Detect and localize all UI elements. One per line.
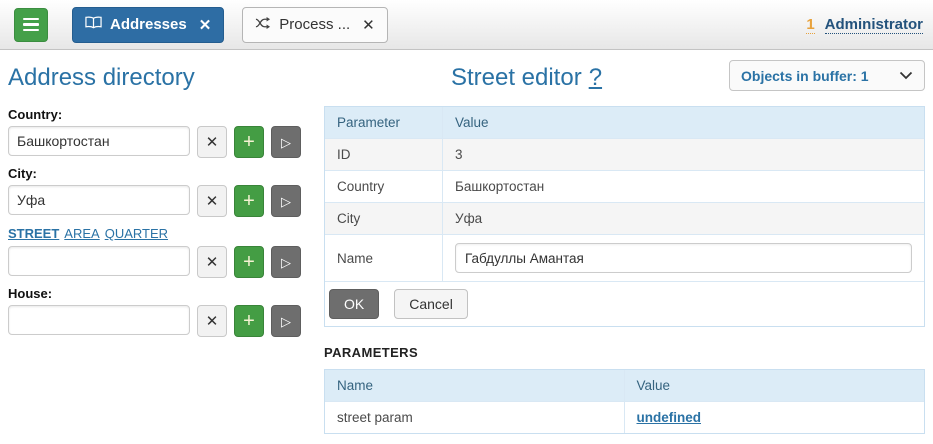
objects-in-buffer-dropdown[interactable]: Objects in buffer: 1 <box>729 60 925 91</box>
table-header-row: Parameter Value <box>325 107 924 138</box>
city-label: City: <box>8 165 310 182</box>
tab-process[interactable]: Process ... ✕ <box>242 7 387 43</box>
editor-actions: OK Cancel <box>325 281 924 326</box>
header-parameter: Parameter <box>325 107 443 138</box>
street-editor-table: Parameter Value ID 3 Country Башкортоста… <box>324 106 925 327</box>
table-row-name: Name <box>325 234 924 281</box>
table-row: City Уфа <box>325 202 924 234</box>
address-directory-panel: Address directory Country: ✕ + ▷ City: ✕… <box>8 50 310 434</box>
country-input[interactable] <box>8 126 190 156</box>
top-bar: Addresses ✕ Process ... ✕ 1 Administrato… <box>0 0 933 50</box>
row-country-param: Country <box>325 171 443 202</box>
row-city-param: City <box>325 203 443 234</box>
chevron-down-icon <box>899 71 913 80</box>
hamburger-icon <box>23 18 39 21</box>
street-type-links: STREET AREA QUARTER <box>8 225 310 242</box>
table-row: ID 3 <box>325 138 924 170</box>
hamburger-menu-button[interactable] <box>14 8 48 42</box>
street-add-button[interactable]: + <box>234 246 264 278</box>
editor-title: Street editor <box>451 64 582 91</box>
editor-title-wrap: Street editor? <box>324 60 729 92</box>
table-row: Country Башкортостан <box>325 170 924 202</box>
open-book-icon <box>85 16 102 33</box>
house-label: House: <box>8 285 310 302</box>
page-title: Address directory <box>8 64 310 92</box>
area-link[interactable]: AREA <box>64 226 99 241</box>
street-editor-panel: Street editor? Objects in buffer: 1 Para… <box>324 50 925 434</box>
row-name-param: Name <box>325 235 443 281</box>
main-content: Address directory Country: ✕ + ▷ City: ✕… <box>0 50 933 434</box>
country-label: Country: <box>8 106 310 123</box>
row-id-value: 3 <box>443 139 924 170</box>
country-run-button[interactable]: ▷ <box>271 126 301 158</box>
parameters-table: Name Value street param undefined <box>324 369 925 434</box>
city-add-button[interactable]: + <box>234 185 264 217</box>
street-clear-button[interactable]: ✕ <box>197 246 227 278</box>
user-area: 1 Administrator <box>806 16 923 34</box>
street-row: ✕ + ▷ <box>8 246 310 278</box>
help-link[interactable]: ? <box>589 64 602 91</box>
row-id-param: ID <box>325 139 443 170</box>
house-input[interactable] <box>8 305 190 335</box>
street-input[interactable] <box>8 246 190 276</box>
ok-button[interactable]: OK <box>329 289 379 319</box>
row-city-value: Уфа <box>443 203 924 234</box>
params-header-name: Name <box>325 370 625 401</box>
tab-process-label: Process ... <box>279 16 350 33</box>
city-run-button[interactable]: ▷ <box>271 185 301 217</box>
house-clear-button[interactable]: ✕ <box>197 305 227 337</box>
user-link[interactable]: Administrator <box>825 16 923 34</box>
close-icon[interactable]: ✕ <box>199 16 212 34</box>
tab-addresses[interactable]: Addresses ✕ <box>72 7 224 43</box>
header-value: Value <box>443 107 924 138</box>
param-value-link[interactable]: undefined <box>637 410 702 425</box>
tab-addresses-label: Addresses <box>110 16 187 33</box>
street-run-button[interactable]: ▷ <box>271 246 301 278</box>
param-name: street param <box>325 402 625 433</box>
parameters-title: PARAMETERS <box>324 345 925 360</box>
house-run-button[interactable]: ▷ <box>271 305 301 337</box>
cancel-button[interactable]: Cancel <box>394 289 468 319</box>
country-row: ✕ + ▷ <box>8 126 310 158</box>
name-input[interactable] <box>455 243 912 273</box>
city-clear-button[interactable]: ✕ <box>197 185 227 217</box>
row-country-value: Башкортостан <box>443 171 924 202</box>
street-link[interactable]: STREET <box>8 226 59 241</box>
buffer-dropdown-label: Objects in buffer: 1 <box>741 68 869 84</box>
country-clear-button[interactable]: ✕ <box>197 126 227 158</box>
notification-count-link[interactable]: 1 <box>806 16 814 34</box>
country-add-button[interactable]: + <box>234 126 264 158</box>
city-row: ✕ + ▷ <box>8 185 310 217</box>
house-add-button[interactable]: + <box>234 305 264 337</box>
close-icon[interactable]: ✕ <box>362 16 375 34</box>
shuffle-icon <box>255 16 271 34</box>
editor-header: Street editor? Objects in buffer: 1 <box>324 60 925 92</box>
params-row: street param undefined <box>325 401 924 433</box>
city-input[interactable] <box>8 185 190 215</box>
params-header-row: Name Value <box>325 370 924 401</box>
params-header-value: Value <box>625 370 925 401</box>
house-row: ✕ + ▷ <box>8 305 310 337</box>
quarter-link[interactable]: QUARTER <box>105 226 168 241</box>
